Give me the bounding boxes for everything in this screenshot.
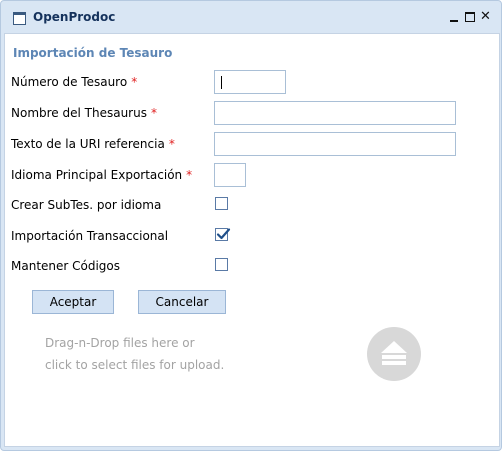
transactional-import-checkbox[interactable] [215, 228, 231, 241]
create-subtes-label: Crear SubTes. por idioma [11, 198, 162, 212]
maximize-icon [464, 11, 475, 22]
transactional-import-label: Importación Transaccional [11, 229, 169, 243]
required-marker: * [186, 168, 193, 182]
dialog-body: Importación de Tesauro Número de Tesauro… [4, 33, 500, 447]
upload-hint-line1: Drag-n-Drop files here or [45, 336, 195, 350]
required-marker: * [131, 75, 138, 89]
maximize-button[interactable] [462, 9, 477, 24]
create-subtes-checkbox[interactable] [215, 197, 228, 210]
close-icon: ✕ [480, 9, 491, 24]
keep-codes-label: Mantener Códigos [11, 259, 121, 273]
upload-dropzone-text[interactable]: Drag-n-Drop files here or click to selec… [45, 332, 265, 376]
minimize-icon [449, 19, 458, 22]
uri-text-label: Texto de la URI referencia * [11, 137, 175, 151]
section-title: Importación de Tesauro [13, 46, 173, 60]
thesaurus-number-input[interactable] [214, 70, 286, 94]
thesaurus-name-input[interactable] [214, 101, 456, 125]
upload-icon [381, 341, 407, 365]
upload-hint-line2: click to select files for upload. [45, 358, 225, 372]
main-language-label: Idioma Principal Exportación * [11, 168, 193, 182]
thesaurus-number-label: Número de Tesauro * [11, 75, 138, 89]
text-cursor [221, 76, 222, 89]
thesaurus-name-label: Nombre del Thesaurus * [11, 106, 157, 120]
minimize-button[interactable] [446, 9, 461, 24]
cancel-button[interactable]: Cancelar [138, 290, 226, 314]
dialog-window: OpenProdoc ✕ Importación de Tesauro Núme… [0, 0, 502, 451]
window-title: OpenProdoc [33, 10, 116, 24]
upload-button[interactable] [367, 327, 421, 381]
required-marker: * [150, 106, 157, 120]
accept-button[interactable]: Aceptar [32, 290, 114, 314]
uri-text-input[interactable] [214, 132, 456, 156]
main-language-input[interactable] [214, 163, 246, 187]
close-button[interactable]: ✕ [478, 9, 493, 24]
title-bar[interactable]: OpenProdoc ✕ [1, 1, 501, 33]
window-icon [13, 12, 26, 25]
checkmark-icon [216, 228, 231, 240]
required-marker: * [168, 137, 175, 151]
keep-codes-checkbox[interactable] [215, 258, 228, 271]
